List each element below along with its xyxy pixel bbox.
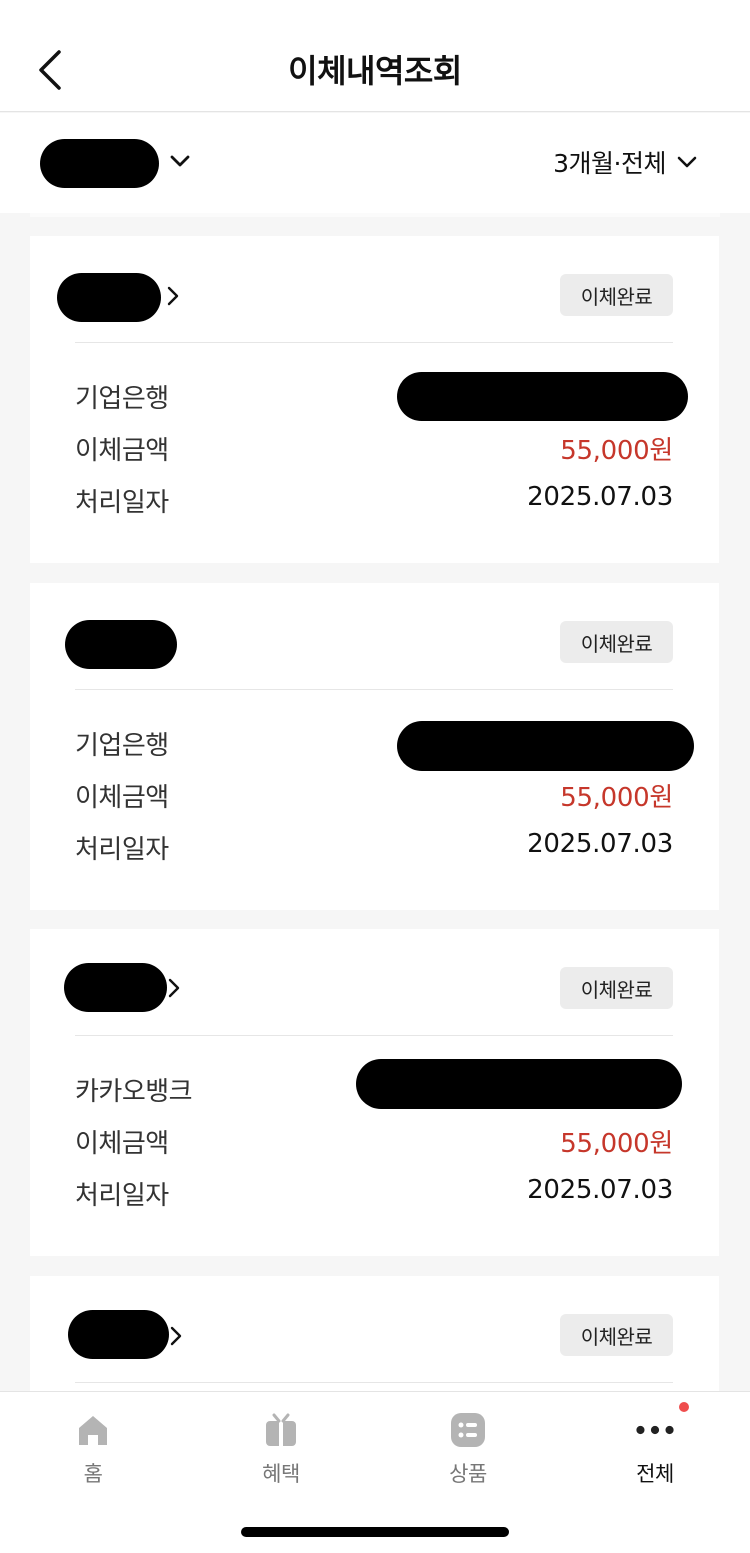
amount-label: 이체금액 — [75, 783, 169, 813]
transfer-card[interactable]: 이체완료 카카오뱅크 이체금액 55,000원 처리일자 2025.07.03 — [30, 929, 719, 1256]
redacted-recipient-name — [57, 273, 161, 322]
tab-all-label: 전체 — [636, 1462, 674, 1486]
top-header: 이체내역조회 — [0, 0, 750, 112]
more-dots-icon — [635, 1410, 675, 1450]
chevron-right-icon[interactable] — [167, 977, 181, 999]
date-value: 2025.07.03 — [527, 1175, 673, 1205]
chevron-right-icon[interactable] — [169, 1325, 183, 1347]
card-divider — [75, 689, 673, 690]
date-label: 처리일자 — [75, 488, 169, 518]
gift-icon — [261, 1410, 301, 1450]
redacted-account-number — [397, 372, 688, 421]
transfer-card[interactable]: 이체완료 기업은행 이체금액 55,000원 처리일자 2025.07.03 — [30, 583, 719, 910]
card-divider — [75, 342, 673, 343]
home-indicator[interactable] — [241, 1527, 509, 1537]
redacted-recipient-name — [65, 620, 177, 669]
card-divider — [75, 1035, 673, 1036]
period-filter-label: 3개월·전체 — [553, 149, 666, 178]
tab-products-label: 상품 — [449, 1462, 487, 1486]
amount-value: 55,000원 — [560, 1129, 673, 1159]
filter-bottom-strip — [30, 213, 720, 217]
product-list-icon — [448, 1410, 488, 1450]
bank-label: 카카오뱅크 — [75, 1077, 193, 1107]
date-label: 처리일자 — [75, 1181, 169, 1211]
amount-label: 이체금액 — [75, 1129, 169, 1159]
date-label: 처리일자 — [75, 835, 169, 865]
transfer-card[interactable]: 이체완료 — [30, 1276, 719, 1391]
tab-benefits[interactable]: 혜택 — [221, 1410, 341, 1490]
card-divider — [75, 1382, 673, 1383]
notification-dot — [679, 1402, 689, 1412]
status-badge: 이체완료 — [560, 967, 673, 1009]
status-badge: 이체완료 — [560, 621, 673, 663]
chevron-right-icon[interactable] — [166, 285, 180, 307]
amount-value: 55,000원 — [560, 783, 673, 813]
bank-label: 기업은행 — [75, 731, 169, 761]
account-selector-chevron-icon[interactable] — [166, 150, 194, 174]
page-title: 이체내역조회 — [288, 52, 462, 90]
tab-all[interactable]: 전체 — [595, 1410, 715, 1490]
amount-value: 55,000원 — [560, 436, 673, 466]
date-value: 2025.07.03 — [527, 829, 673, 859]
transfer-card[interactable]: 이체완료 기업은행 이체금액 55,000원 처리일자 2025.07.03 — [30, 236, 719, 563]
chevron-down-icon — [677, 156, 697, 168]
home-icon — [73, 1410, 113, 1450]
period-filter-button[interactable]: 3개월·전체 — [553, 144, 698, 180]
date-value: 2025.07.03 — [527, 482, 673, 512]
redacted-account-name[interactable] — [40, 139, 159, 188]
redacted-account-number — [356, 1059, 682, 1109]
status-badge: 이체완료 — [560, 1314, 673, 1356]
tab-products[interactable]: 상품 — [408, 1410, 528, 1490]
redacted-account-number — [397, 721, 694, 771]
redacted-recipient-name — [64, 963, 167, 1012]
bank-label: 기업은행 — [75, 384, 169, 414]
tab-benefits-label: 혜택 — [262, 1462, 300, 1486]
amount-label: 이체금액 — [75, 436, 169, 466]
tab-home[interactable]: 홈 — [33, 1410, 153, 1490]
redacted-recipient-name — [68, 1310, 169, 1359]
tab-home-label: 홈 — [83, 1462, 103, 1486]
status-badge: 이체완료 — [560, 274, 673, 316]
